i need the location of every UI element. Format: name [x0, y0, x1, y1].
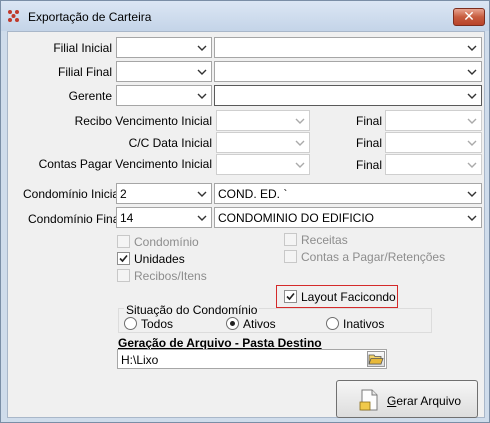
chevron-down-icon — [465, 186, 479, 201]
folder-open-icon — [368, 354, 384, 365]
destino-path-input[interactable]: H:\Lixo — [117, 349, 387, 369]
gerente-name-select[interactable] — [214, 85, 482, 106]
gerar-arquivo-button[interactable]: Gerar Arquivo — [336, 380, 478, 418]
layout-facicondo-checkbox[interactable] — [284, 290, 297, 303]
browse-folder-button[interactable] — [367, 351, 385, 367]
situacao-title: Situação do Condomínio — [124, 303, 260, 317]
condominio-final-name-select[interactable]: CONDOMINIO DO EDIFICIO — [214, 207, 482, 228]
filial-final-label: Filial Final — [57, 65, 112, 79]
close-icon: ✕ — [463, 8, 475, 24]
contas-pagar-final-label: Final — [356, 158, 383, 172]
recibos-itens-checkbox[interactable] — [117, 269, 130, 282]
chevron-down-icon — [465, 88, 479, 103]
app-logo-icon — [8, 10, 19, 22]
receitas-checkbox-label: Receitas — [301, 233, 348, 247]
chevron-down-icon — [465, 64, 479, 79]
condominio-final-label: Condomínio Final — [28, 212, 123, 226]
chevron-down-icon — [465, 135, 479, 150]
chevron-down-icon — [465, 210, 479, 225]
condominio-final-code: 14 — [120, 211, 134, 225]
receitas-checkbox[interactable] — [284, 233, 297, 246]
title-bar: Exportação de Carteira ✕ — [1, 1, 489, 31]
recibo-vencimento-label: Recibo Vencimento Inicial — [74, 114, 212, 128]
chevron-down-icon — [465, 113, 479, 128]
checkmark-icon — [119, 254, 128, 263]
radio-inativos-label: Inativos — [343, 317, 385, 331]
condominio-checkbox[interactable] — [117, 235, 130, 248]
gerar-arquivo-label: Gerar Arquivo — [387, 394, 462, 408]
cc-data-label: C/C Data Inicial — [128, 136, 212, 150]
chevron-down-icon — [465, 40, 479, 55]
chevron-down-icon — [195, 186, 209, 201]
destino-title: Geração de Arquivo - Pasta Destino — [118, 336, 322, 350]
condominio-inicial-name-select[interactable]: COND. ED. ` — [214, 183, 482, 204]
export-dialog: Exportação de Carteira ✕ Filial Inicial … — [0, 0, 490, 423]
condominio-inicial-code-select[interactable]: 2 — [116, 183, 212, 204]
recibos-itens-checkbox-label: Recibos/Itens — [134, 269, 207, 283]
chevron-down-icon — [195, 64, 209, 79]
filial-inicial-name-select[interactable] — [214, 37, 482, 58]
recibo-vencimento-final-date[interactable] — [385, 110, 482, 131]
destino-path-value: H:\Lixo — [121, 353, 159, 367]
window-title: Exportação de Carteira — [28, 10, 152, 24]
chevron-down-icon — [195, 40, 209, 55]
close-button[interactable]: ✕ — [453, 8, 485, 26]
gerente-label: Gerente — [68, 89, 112, 103]
chevron-down-icon — [195, 88, 209, 103]
contas-pagar-inicial-date[interactable] — [216, 154, 310, 175]
radio-todos[interactable] — [124, 317, 137, 330]
condominio-final-name: CONDOMINIO DO EDIFICIO — [218, 211, 374, 225]
contas-pagar-final-date[interactable] — [385, 154, 482, 175]
chevron-down-icon — [293, 157, 307, 172]
contas-pagar-retencoes-checkbox[interactable] — [284, 250, 297, 263]
radio-ativos[interactable] — [226, 317, 239, 330]
recibo-vencimento-inicial-date[interactable] — [216, 110, 310, 131]
radio-selected-dot — [230, 321, 235, 326]
condominio-inicial-code: 2 — [120, 187, 127, 201]
checkmark-icon — [286, 292, 295, 301]
document-icon — [359, 389, 378, 411]
contas-pagar-label: Contas Pagar Vencimento Inicial — [38, 157, 212, 171]
chevron-down-icon — [293, 135, 307, 150]
chevron-down-icon — [195, 210, 209, 225]
unidades-checkbox[interactable] — [117, 252, 130, 265]
recibo-final-label: Final — [356, 114, 383, 128]
radio-ativos-label: Ativos — [243, 317, 276, 331]
chevron-down-icon — [465, 157, 479, 172]
condominio-final-code-select[interactable]: 14 — [116, 207, 212, 228]
unidades-checkbox-label: Unidades — [134, 252, 185, 266]
cc-data-final-date[interactable] — [385, 132, 482, 153]
filial-final-name-select[interactable] — [214, 61, 482, 82]
radio-todos-label: Todos — [141, 317, 174, 331]
filial-inicial-label: Filial Inicial — [53, 41, 112, 55]
radio-inativos[interactable] — [326, 317, 339, 330]
condominio-inicial-label: Condomínio Inicial — [23, 187, 122, 201]
cc-final-label: Final — [356, 136, 383, 150]
cc-data-inicial-date[interactable] — [216, 132, 310, 153]
filial-final-code-select[interactable] — [116, 61, 212, 82]
chevron-down-icon — [293, 113, 307, 128]
gerente-code-select[interactable] — [116, 85, 212, 106]
dialog-body: Filial Inicial Filial Final Gerente Reci… — [7, 31, 485, 418]
contas-pagar-retencoes-checkbox-label: Contas a Pagar/Retenções — [301, 250, 446, 264]
filial-inicial-code-select[interactable] — [116, 37, 212, 58]
condominio-checkbox-label: Condomínio — [134, 235, 199, 249]
condominio-inicial-name: COND. ED. ` — [218, 187, 288, 201]
layout-facicondo-checkbox-label: Layout Facicondo — [301, 290, 396, 304]
